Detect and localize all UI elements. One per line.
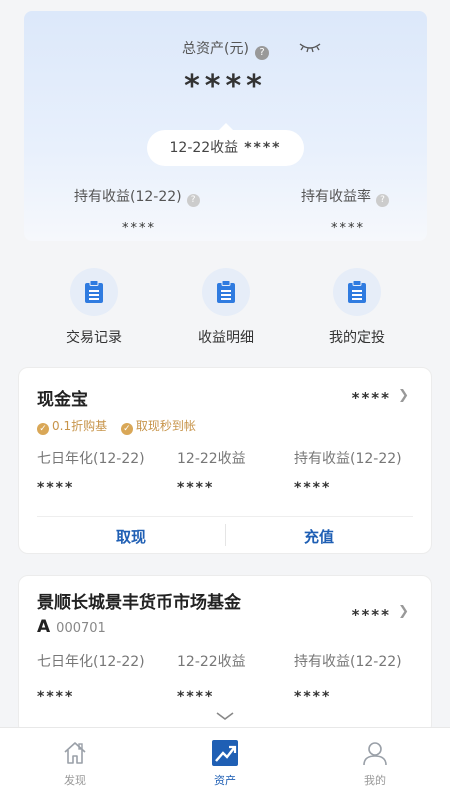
asset-summary-panel: 总资产(元)? **** 12-22收益 **** 持有收益(12-22)? **… [24, 11, 427, 241]
clipboard-icon [202, 268, 250, 316]
holding-rate-label: 持有收益率 [301, 189, 371, 205]
metric-label: 持有收益(12-22) [294, 451, 402, 467]
tab-label: 我的 [364, 774, 386, 787]
metric-seven-day-yield: 七日年化(12-22) **** [37, 651, 145, 705]
check-icon: ✓ [120, 423, 133, 435]
tab-discover[interactable]: 发现 [0, 728, 150, 800]
help-icon[interactable]: ? [376, 194, 389, 207]
metric-label: 12-22收益 [177, 451, 246, 467]
metric-value: **** [294, 480, 332, 496]
shortcut-label: 我的定投 [329, 330, 385, 346]
card-title: 现金宝 [37, 390, 88, 410]
chevron-right-icon[interactable]: ❯ [398, 388, 409, 403]
holding-income-label: 持有收益(12-22) [74, 189, 182, 205]
total-assets-row: 总资产(元)? [24, 38, 427, 60]
total-assets-value: **** [184, 69, 267, 104]
tag-label: 取现秒到帐 [135, 419, 196, 433]
fund-code: 000701 [56, 621, 106, 636]
shortcut-my-plans[interactable]: 我的定投 [307, 268, 407, 347]
shortcut-trade-records[interactable]: 交易记录 [44, 268, 144, 347]
holding-income-value: **** [122, 221, 156, 236]
metric-daily-income: 12-22收益 **** [177, 448, 246, 496]
tag-label: 0.1折购基 [52, 419, 108, 433]
metric-label: 持有收益(12-22) [294, 654, 402, 670]
holding-income-stat: 持有收益(12-22)? **** [74, 186, 254, 236]
metric-value: **** [294, 689, 332, 705]
feature-tags: ✓ 0.1折购基 ✓ 取现秒到帐 [37, 417, 206, 435]
tab-assets[interactable]: 资产 [150, 728, 300, 800]
deposit-button[interactable]: 充值 [225, 517, 413, 553]
card-value: **** [351, 389, 391, 407]
withdraw-button[interactable]: 取现 [37, 517, 225, 553]
card-title: 景顺长城景丰货币市场基金A 000701 [37, 591, 277, 641]
daily-income-value: **** [244, 140, 282, 156]
metric-value: **** [177, 480, 215, 496]
trend-chart-icon [212, 740, 238, 766]
tab-mine[interactable]: 我的 [300, 728, 450, 800]
metric-daily-income: 12-22收益 **** [177, 651, 246, 705]
clipboard-icon [333, 268, 381, 316]
clipboard-icon [70, 268, 118, 316]
shortcut-row: 交易记录 收益明细 我的定投 [0, 268, 450, 348]
shortcut-income-details[interactable]: 收益明细 [176, 268, 276, 347]
daily-income-label: 12-22收益 [169, 140, 239, 156]
tag: ✓ 0.1折购基 [37, 417, 107, 435]
metric-seven-day-yield: 七日年化(12-22) **** [37, 448, 145, 496]
metric-value: **** [37, 480, 75, 496]
chevron-down-icon[interactable] [215, 711, 235, 721]
cash-treasure-card[interactable]: 现金宝 **** ❯ ✓ 0.1折购基 ✓ 取现秒到帐 七日年化(12-22) **… [18, 367, 432, 554]
user-icon [363, 742, 387, 766]
metric-label: 12-22收益 [177, 654, 246, 670]
card-value: **** [351, 606, 391, 624]
tab-label: 资产 [214, 774, 236, 787]
help-icon[interactable]: ? [254, 46, 269, 60]
tab-label: 发现 [64, 774, 86, 787]
holding-rate-value: **** [331, 221, 365, 236]
card-actions: 取现 充值 [37, 516, 413, 552]
check-icon: ✓ [37, 423, 49, 435]
eye-closed-icon[interactable] [299, 41, 321, 53]
metric-label: 七日年化(12-22) [37, 451, 145, 467]
home-icon [64, 742, 86, 764]
metric-holding-income: 持有收益(12-22) **** [294, 651, 402, 705]
help-icon[interactable]: ? [186, 194, 200, 207]
metric-value: **** [177, 689, 215, 705]
shortcut-label: 交易记录 [66, 330, 122, 346]
holding-rate-stat: 持有收益率? **** [301, 186, 441, 236]
tag: ✓ 取现秒到帐 [120, 417, 196, 435]
shortcut-label: 收益明细 [198, 330, 254, 346]
daily-income-bubble: 12-22收益 **** [147, 123, 304, 166]
bottom-tab-bar: 发现 资产 我的 [0, 727, 450, 800]
metric-label: 七日年化(12-22) [37, 654, 145, 670]
chevron-right-icon[interactable]: ❯ [398, 604, 409, 619]
total-assets-label: 总资产(元) [182, 41, 249, 57]
metric-value: **** [37, 689, 75, 705]
metric-holding-income: 持有收益(12-22) **** [294, 448, 402, 496]
